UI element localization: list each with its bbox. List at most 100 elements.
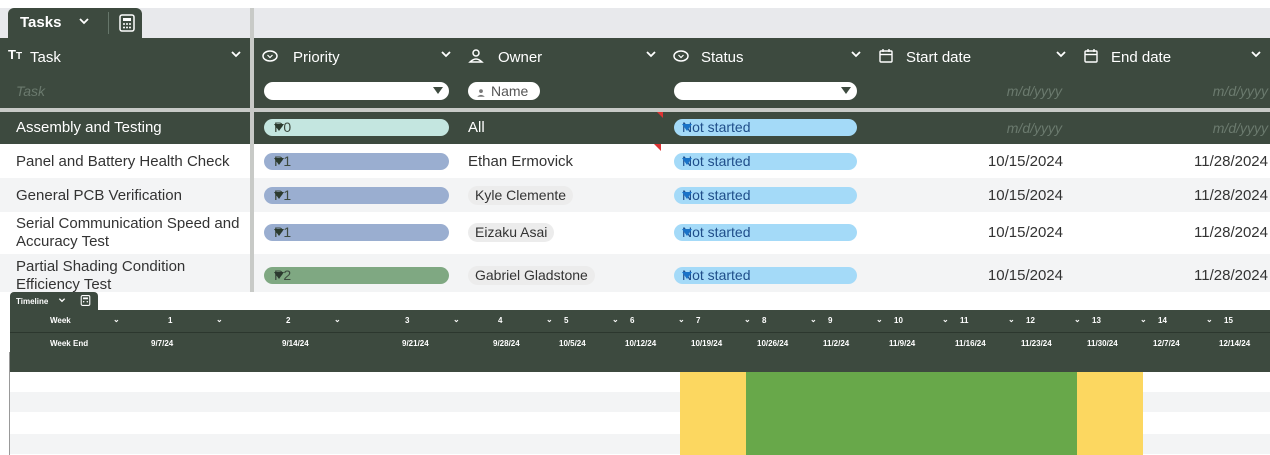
caret-down-icon (274, 124, 284, 131)
caret-down-icon (682, 229, 692, 236)
chevron-down-icon[interactable]: ⌄ (453, 315, 460, 324)
chevron-down-icon[interactable]: ⌄ (546, 315, 553, 324)
status-value: Not started (682, 119, 751, 135)
comment-marker-icon (654, 144, 661, 151)
task-name-line: Accuracy Test (16, 233, 110, 250)
timeline-week-number: 6 (630, 316, 635, 325)
start-date[interactable]: 10/15/2024 (988, 267, 1063, 284)
status-select[interactable]: Not started (674, 187, 857, 204)
priority-select[interactable]: P1 (264, 187, 449, 204)
chevron-down-icon[interactable]: ⌄ (113, 315, 120, 324)
chevron-down-icon[interactable] (1250, 48, 1262, 63)
start-date-filter-input[interactable]: m/d/yyyy (1007, 83, 1062, 99)
table-row[interactable]: Panel and Battery Health Check P1 Ethan … (0, 144, 1270, 178)
priority-select[interactable]: P2 (264, 267, 449, 284)
chevron-down-icon[interactable]: ⌄ (612, 315, 619, 324)
owner-filter-chip[interactable]: Name (468, 82, 540, 100)
chevron-down-icon[interactable]: ⌄ (810, 315, 817, 324)
timeline-week-end-header: Week End 9/7/24 9/14/24 9/21/24 9/28/24 10/5… (10, 332, 1270, 352)
end-date[interactable]: 11/28/2024 (1194, 267, 1268, 284)
caret-down-icon (682, 124, 692, 131)
chevron-down-icon[interactable] (58, 296, 66, 306)
task-name: Serial Communication Speed and Accuracy … (16, 215, 239, 251)
chevron-down-icon[interactable]: ⌄ (1206, 315, 1213, 324)
status-select[interactable]: Not started (674, 153, 857, 170)
chevron-down-icon[interactable]: ⌄ (942, 315, 949, 324)
column-name-end-date: End date (1111, 49, 1172, 66)
column-name-status: Status (701, 49, 744, 66)
week-row-label: Week (50, 316, 71, 325)
timeline-week-end-date: 10/5/24 (559, 339, 586, 348)
chevron-down-icon[interactable] (230, 48, 242, 63)
timeline-week-number: 12 (1026, 316, 1035, 325)
status-select[interactable]: Not started (674, 119, 857, 136)
chevron-down-icon[interactable] (645, 48, 657, 63)
column-header-status[interactable]: Status (665, 38, 870, 74)
owner-chip[interactable]: Eizaku Asai (468, 223, 555, 242)
gantt-bar-task-span[interactable] (746, 372, 1077, 455)
timeline-week-number: 7 (696, 316, 701, 325)
sheet-tab-strip (0, 8, 1270, 38)
column-name-owner: Owner (498, 49, 543, 66)
chevron-down-icon[interactable] (78, 15, 90, 30)
chevron-down-icon[interactable] (850, 48, 862, 63)
group-end-date[interactable]: m/d/yyyy (1213, 120, 1268, 136)
timeline-week-end-date: 9/7/24 (151, 339, 174, 348)
task-name-line: Partial Shading Condition (16, 258, 186, 275)
table-row[interactable]: Serial Communication Speed and Accuracy … (0, 212, 1270, 254)
status-select[interactable]: Not started (674, 267, 857, 284)
start-date[interactable]: 10/15/2024 (988, 153, 1063, 170)
timeline-tab[interactable]: Timeline (10, 292, 98, 310)
status-select[interactable]: Not started (674, 224, 857, 241)
start-date[interactable]: 10/15/2024 (988, 187, 1063, 204)
group-row[interactable]: Assembly and Testing P0 All Not started … (0, 112, 1270, 144)
chevron-down-icon[interactable]: ⌄ (744, 315, 751, 324)
timeline-week-end-date: 10/12/24 (625, 339, 657, 348)
status-filter-select[interactable] (674, 82, 857, 100)
dropdown-circle-icon (262, 48, 278, 64)
end-date[interactable]: 11/28/2024 (1194, 153, 1268, 170)
chevron-down-icon[interactable]: ⌄ (876, 315, 883, 324)
calculator-icon[interactable] (80, 295, 91, 308)
group-start-date[interactable]: m/d/yyyy (1007, 120, 1062, 136)
column-header-start-date[interactable]: Start date (870, 38, 1075, 74)
column-header-end-date[interactable]: End date (1075, 38, 1270, 74)
chevron-down-icon[interactable] (1055, 48, 1067, 63)
end-date[interactable]: 11/28/2024 (1194, 224, 1268, 241)
task-filter-input[interactable]: Task (16, 83, 45, 99)
chevron-down-icon[interactable]: ⌄ (334, 315, 341, 324)
priority-select[interactable]: P1 (264, 153, 449, 170)
chevron-down-icon[interactable]: ⌄ (678, 315, 685, 324)
priority-filter-select[interactable] (264, 82, 449, 100)
chevron-down-icon[interactable]: ⌄ (216, 315, 223, 324)
calculator-icon[interactable] (118, 14, 136, 36)
column-header-owner[interactable]: Owner (460, 38, 665, 74)
priority-select[interactable]: P1 (264, 224, 449, 241)
timeline-week-header: Week ⌄ 1 ⌄ 2 ⌄ 3 ⌄ 4 ⌄ 5 ⌄ 6 ⌄ 7 ⌄ 8 ⌄ 9 ⌄ 10 ⌄ 11 ⌄ 12 ⌄ 13 ⌄ 14 ⌄… (10, 310, 1270, 332)
gantt-bar-buffer-start[interactable] (680, 372, 746, 455)
chevron-down-icon[interactable]: ⌄ (1008, 315, 1015, 324)
column-header-priority[interactable]: Priority (254, 38, 460, 74)
timeline-body (10, 372, 1270, 455)
column-header-task[interactable]: TT Task (0, 38, 250, 74)
table-row[interactable]: Partial Shading Condition Efficiency Tes… (0, 254, 1270, 292)
timeline-week-end-date: 11/2/24 (823, 339, 850, 348)
caret-down-icon (682, 158, 692, 165)
owner-chip[interactable]: Kyle Clemente (468, 186, 574, 205)
timeline-week-number: 9 (828, 316, 833, 325)
end-date-filter-input[interactable]: m/d/yyyy (1213, 83, 1268, 99)
end-date[interactable]: 11/28/2024 (1194, 187, 1268, 204)
timeline-week-number: 11 (960, 316, 969, 325)
chevron-down-icon[interactable] (440, 48, 452, 63)
chevron-down-icon[interactable]: ⌄ (1140, 315, 1147, 324)
chevron-down-icon[interactable]: ⌄ (1074, 315, 1081, 324)
sheet-tab-tasks[interactable]: Tasks (8, 8, 142, 38)
timeline-week-end-date: 10/19/24 (691, 339, 723, 348)
table-row[interactable]: General PCB Verification P1 Kyle Clement… (0, 178, 1270, 212)
start-date[interactable]: 10/15/2024 (988, 224, 1063, 241)
status-value: Not started (682, 187, 751, 203)
owner-chip[interactable]: Gabriel Gladstone (468, 266, 595, 285)
gantt-bar-buffer-end[interactable] (1077, 372, 1143, 455)
priority-select[interactable]: P0 (264, 119, 449, 136)
timeline-week-end-date: 10/26/24 (757, 339, 789, 348)
